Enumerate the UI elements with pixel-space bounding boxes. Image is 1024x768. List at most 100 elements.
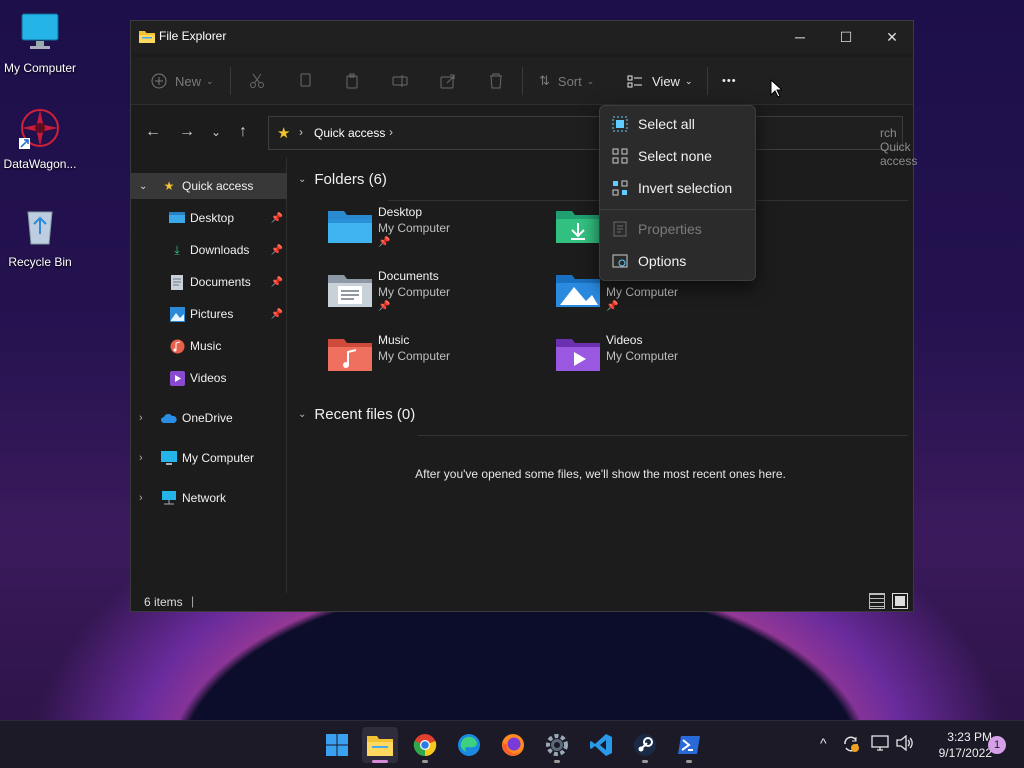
sidebar-item-desktop[interactable]: Desktop 📌 — [131, 205, 287, 231]
update-icon[interactable] — [842, 735, 860, 753]
sidebar-item-pictures[interactable]: Pictures 📌 — [131, 301, 287, 327]
item-count: 6 items — [144, 595, 183, 609]
large-icons-view-button[interactable] — [892, 593, 908, 609]
back-button[interactable]: ← — [145, 123, 161, 141]
view-button[interactable]: View ⌄ — [627, 69, 693, 93]
new-button[interactable]: New ⌄ — [151, 69, 214, 93]
minimize-button[interactable]: ─ — [777, 21, 823, 53]
show-hidden-icons-button[interactable]: ^ — [820, 735, 827, 751]
sidebar-item-downloads[interactable]: ⤓ Downloads 📌 — [131, 237, 287, 263]
sidebar-item-label: Downloads — [190, 243, 250, 257]
toolbar-divider — [230, 67, 231, 95]
active-indicator — [372, 760, 388, 763]
taskbar-chrome[interactable] — [407, 727, 443, 763]
sidebar-item-network[interactable]: › Network — [131, 485, 287, 511]
folder-tile-documents[interactable]: Documents My Computer 📌 — [328, 269, 548, 325]
sidebar-item-label: Network — [182, 491, 227, 505]
folder-location: My Computer — [378, 285, 451, 299]
sidebar-item-documents[interactable]: Documents 📌 — [131, 269, 287, 295]
folder-name: Desktop — [378, 205, 423, 219]
taskbar-file-explorer[interactable] — [362, 727, 398, 763]
pin-icon: 📌 — [378, 237, 391, 248]
chevron-right-icon: › — [139, 452, 143, 464]
address-bar[interactable]: ★ › Quick access › — [268, 116, 608, 150]
chevron-down-icon: ⌄ — [298, 409, 307, 420]
powershell-icon — [678, 736, 700, 754]
cut-button[interactable] — [249, 69, 265, 93]
toolbar-divider — [707, 67, 708, 95]
desktop-icon-recycle-bin[interactable]: Recycle Bin — [0, 204, 80, 269]
sidebar-item-onedrive[interactable]: › OneDrive — [131, 405, 287, 431]
section-title: Recent files (0) — [314, 406, 416, 423]
copy-icon — [300, 73, 311, 87]
up-button[interactable]: ↑ — [239, 123, 247, 141]
delete-button[interactable] — [488, 69, 504, 93]
taskbar-edge[interactable] — [451, 727, 487, 763]
notification-badge[interactable]: 1 — [988, 736, 1006, 754]
plus-circle-icon — [151, 73, 167, 89]
sidebar-item-my-computer[interactable]: › My Computer — [131, 445, 287, 471]
sidebar-item-label: Desktop — [190, 211, 235, 225]
scissors-icon — [250, 73, 264, 88]
chevron-down-icon: ⌄ — [298, 174, 307, 185]
sidebar-item-quick-access[interactable]: ⌄ ★ Quick access — [131, 173, 287, 199]
pictures-icon — [169, 306, 185, 322]
details-view-button[interactable] — [869, 593, 885, 609]
firefox-icon — [502, 734, 524, 756]
network-status-icon[interactable] — [871, 735, 889, 751]
sort-label: Sort — [557, 73, 582, 89]
clock-date: 9/17/2022 — [938, 746, 992, 760]
desktop-icon-my-computer[interactable]: My Computer — [0, 10, 80, 75]
invert-selection-icon — [612, 180, 628, 196]
breadcrumb[interactable]: Quick access — [314, 126, 385, 140]
close-button[interactable]: ✕ — [869, 21, 915, 53]
sidebar-item-videos[interactable]: Videos — [131, 365, 287, 391]
forward-button[interactable]: → — [179, 123, 195, 141]
sort-icon: ⇅ — [539, 73, 550, 88]
paste-button[interactable] — [344, 69, 360, 93]
copy-button[interactable] — [297, 69, 313, 93]
chevron-down-icon: ⌄ — [139, 180, 148, 192]
taskbar-steam[interactable] — [627, 727, 663, 763]
folder-tile-videos[interactable]: Videos My Computer — [556, 333, 776, 389]
menu-item-select-none[interactable]: Select none — [604, 141, 752, 171]
sort-button[interactable]: ⇅ Sort ⌄ — [539, 69, 594, 93]
folders-section-header[interactable]: ⌄ Folders (6) — [298, 171, 387, 188]
chevron-right-icon: › — [139, 492, 143, 504]
recycle-bin-icon — [27, 211, 53, 245]
menu-item-invert-selection[interactable]: Invert selection — [604, 173, 752, 203]
desktop-icon-datawagon[interactable]: DataWagon... — [0, 106, 80, 171]
folder-tile-music[interactable]: Music My Computer — [328, 333, 548, 389]
menu-item-label: Select none — [638, 148, 712, 164]
documents-folder-icon — [328, 275, 372, 307]
maximize-button[interactable]: ☐ — [823, 21, 869, 53]
recent-files-section-header[interactable]: ⌄ Recent files (0) — [298, 406, 415, 423]
sidebar-item-music[interactable]: Music — [131, 333, 287, 359]
taskbar-firefox[interactable] — [495, 727, 531, 763]
edge-icon — [458, 734, 480, 756]
share-button[interactable] — [440, 69, 456, 93]
breadcrumb-separator: › — [299, 125, 303, 139]
menu-item-select-all[interactable]: Select all — [604, 109, 752, 139]
running-indicator — [642, 760, 648, 763]
start-button[interactable] — [319, 727, 355, 763]
taskbar-vscode[interactable] — [583, 727, 619, 763]
clock[interactable]: 3:23 PM 9/17/2022 — [922, 729, 992, 761]
see-more-button[interactable]: ••• — [722, 69, 737, 93]
volume-icon[interactable] — [896, 735, 914, 751]
menu-item-label: Properties — [638, 221, 702, 237]
recent-locations-button[interactable]: ⌄ — [211, 125, 221, 139]
running-indicator — [422, 760, 428, 763]
menu-item-options[interactable]: Options — [604, 246, 752, 276]
taskbar-powershell[interactable] — [671, 727, 707, 763]
folder-tile-desktop[interactable]: Desktop My Computer 📌 — [328, 205, 548, 261]
rename-button[interactable] — [392, 69, 408, 93]
taskbar-settings[interactable] — [539, 727, 575, 763]
paste-icon — [346, 73, 358, 89]
sidebar-item-label: Music — [190, 339, 222, 353]
running-indicator — [554, 760, 560, 763]
menu-item-properties[interactable]: Properties — [604, 214, 752, 244]
title-bar[interactable]: File Explorer ─ ☐ ✕ — [131, 21, 913, 53]
folder-location: My Computer — [378, 221, 451, 235]
monitor-icon — [21, 13, 59, 49]
